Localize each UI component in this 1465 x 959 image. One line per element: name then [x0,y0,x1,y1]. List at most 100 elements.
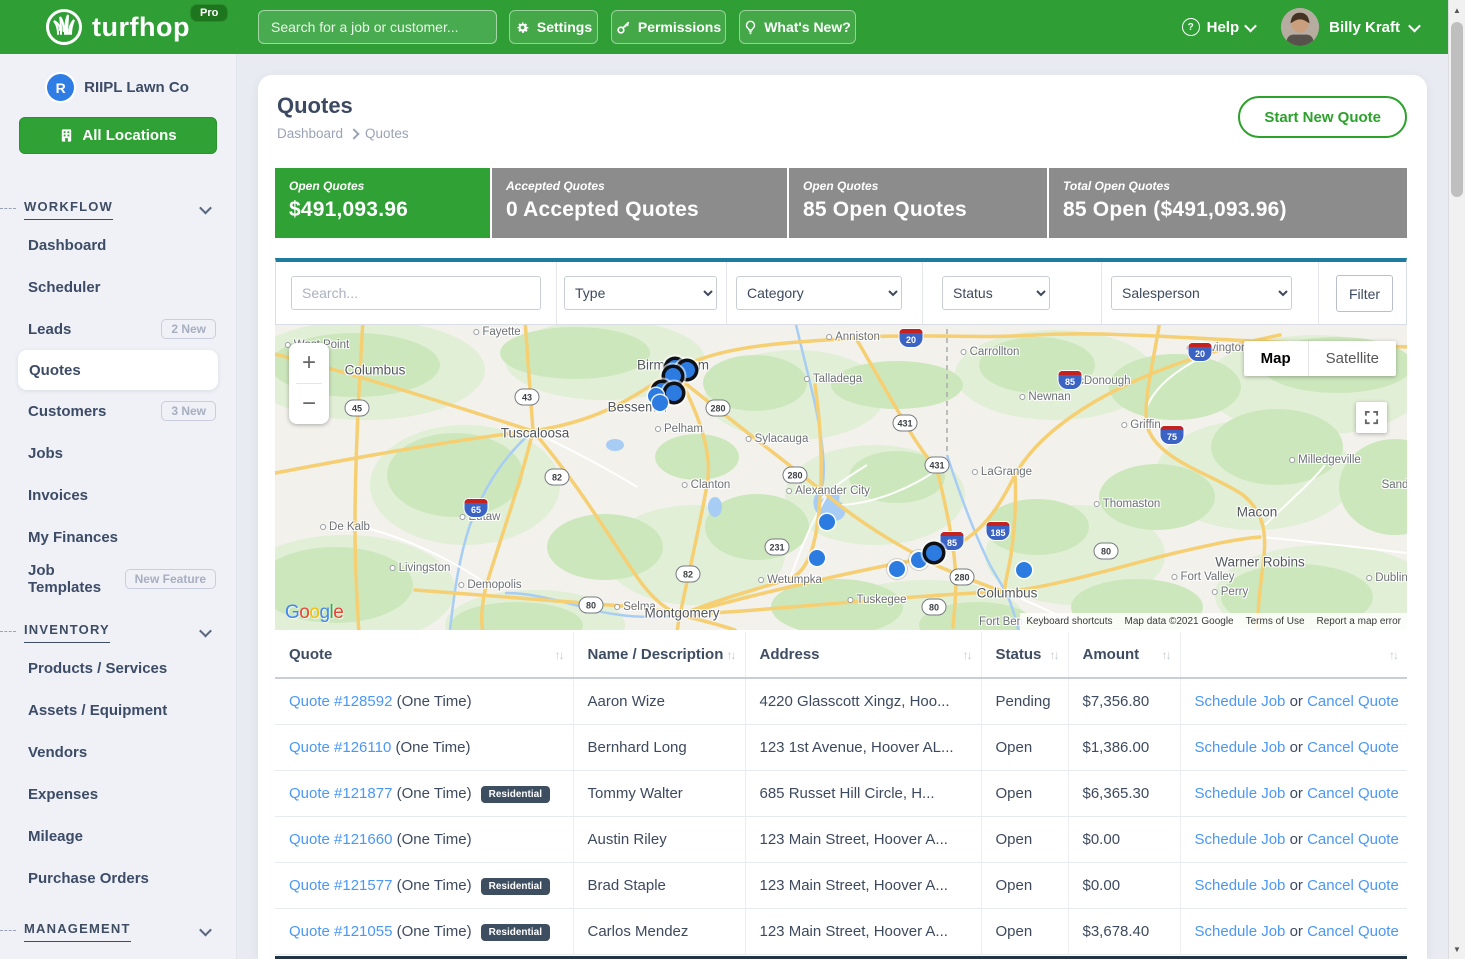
salesperson-select[interactable]: Salesperson [1111,276,1292,310]
us-route-shield-280: 280 [783,467,808,484]
terms-of-use-link[interactable]: Terms of Use [1240,613,1311,630]
map-marker[interactable] [679,362,695,378]
permissions-button[interactable]: Permissions [611,10,726,44]
help-label: Help [1207,19,1240,36]
cancel-quote-link[interactable]: Cancel Quote [1307,877,1399,894]
quote-link[interactable]: Quote #121660 [289,831,392,848]
all-locations-button[interactable]: All Locations [19,117,217,154]
scrollbar-thumb[interactable] [1451,22,1463,197]
sidebar-item-label: Dashboard [28,237,106,254]
scroll-up-arrow[interactable]: ▲ [1449,2,1465,18]
sidebar-item-invoices[interactable]: Invoices [0,474,236,516]
sidebar-item-leads[interactable]: Leads2 New [0,308,236,350]
scroll-down-arrow[interactable]: ▼ [1449,941,1465,957]
map-marker[interactable] [889,561,905,577]
section-header-inventory[interactable]: INVENTORY [0,617,236,647]
sidebar-item-expenses[interactable]: Expenses [0,773,236,815]
status-cell: Open [981,909,1068,955]
report-map-error-link[interactable]: Report a map error [1311,613,1407,630]
town-dot-icon [460,514,466,520]
sidebar-item-quotes[interactable]: Quotes [18,350,218,390]
cancel-quote-link[interactable]: Cancel Quote [1307,831,1399,848]
map[interactable]: FayetteWest PointColumbusAnnistonCarroll… [275,325,1407,630]
status-select[interactable]: Status [942,276,1050,310]
map-marker[interactable] [665,368,681,384]
interstate-shield-20: 20 [900,329,923,347]
sidebar-item-vendors[interactable]: Vendors [0,731,236,773]
stat-label: Accepted Quotes [506,179,773,193]
section-header-workflow[interactable]: WORKFLOW [0,194,236,224]
sidebar-item-mileage[interactable]: Mileage [0,815,236,857]
map-marker[interactable] [911,552,927,568]
action-separator: or [1285,923,1307,940]
residential-badge: Residential [481,924,550,941]
schedule-job-link[interactable]: Schedule Job [1195,785,1286,802]
help-menu[interactable]: ? Help [1182,18,1256,36]
sidebar-item-my-finances[interactable]: My Finances [0,516,236,558]
company-switcher[interactable]: R RIIPL Lawn Co [0,74,236,101]
section-header-management[interactable]: MANAGEMENT [0,916,236,946]
map-marker[interactable] [809,550,825,566]
zoom-out-button[interactable]: − [289,384,329,424]
cancel-quote-link[interactable]: Cancel Quote [1307,693,1399,710]
col-header-amount[interactable]: Amount↑↓ [1068,632,1180,678]
filter-button[interactable]: Filter [1336,275,1393,312]
sidebar-item-purchase-orders[interactable]: Purchase Orders [0,857,236,899]
quote-link[interactable]: Quote #126110 [289,739,391,756]
fullscreen-button[interactable] [1356,402,1387,433]
us-route-shield-45: 45 [345,400,370,417]
map-marker[interactable] [926,545,942,561]
sidebar-item-label: Assets / Equipment [28,702,167,719]
satellite-view-button[interactable]: Satellite [1308,341,1396,376]
action-separator: or [1285,693,1307,710]
quote-link[interactable]: Quote #121577 [289,877,392,894]
col-header-address[interactable]: Address↑↓ [745,632,981,678]
sidebar-item-job-templates[interactable]: Job TemplatesNew Feature [0,558,236,600]
col-header-quote[interactable]: Quote↑↓ [275,632,573,678]
col-header-name[interactable]: Name / Description↑↓ [573,632,745,678]
quotes-search-input[interactable] [291,276,541,310]
schedule-job-link[interactable]: Schedule Job [1195,739,1286,756]
cancel-quote-link[interactable]: Cancel Quote [1307,739,1399,756]
breadcrumb-dashboard[interactable]: Dashboard [277,126,343,141]
residential-badge: Residential [481,786,550,803]
keyboard-shortcuts-link[interactable]: Keyboard shortcuts [1020,613,1118,630]
quote-link[interactable]: Quote #121877 [289,785,392,802]
breadcrumb-quotes: Quotes [365,126,409,141]
map-marker[interactable] [1016,562,1032,578]
zoom-in-button[interactable]: + [289,343,329,383]
sidebar-item-assets-equipment[interactable]: Assets / Equipment [0,689,236,731]
map-marker[interactable] [819,514,835,530]
brand[interactable]: turfhop Pro [44,7,190,47]
schedule-job-link[interactable]: Schedule Job [1195,693,1286,710]
vertical-scrollbar[interactable]: ▲ ▼ [1448,0,1465,959]
map-marker[interactable] [666,385,682,401]
us-route-shield-280: 280 [950,569,975,586]
quote-link[interactable]: Quote #128592 [289,693,392,710]
quote-cell: Quote #121055 (One Time)Residential [275,909,573,955]
type-select[interactable]: Type [564,276,717,310]
global-search-input[interactable] [258,10,497,44]
sidebar-item-jobs[interactable]: Jobs [0,432,236,474]
sidebar-item-scheduler[interactable]: Scheduler [0,266,236,308]
whats-new-button[interactable]: What's New? [739,10,856,44]
map-view-button[interactable]: Map [1244,341,1308,376]
quote-link[interactable]: Quote #121055 [289,923,392,940]
sidebar-item-products-services[interactable]: Products / Services [0,647,236,689]
sidebar-item-label: Purchase Orders [28,870,149,887]
col-header-actions[interactable]: ↑↓ [1180,632,1407,678]
schedule-job-link[interactable]: Schedule Job [1195,831,1286,848]
cancel-quote-link[interactable]: Cancel Quote [1307,923,1399,940]
settings-button[interactable]: Settings [509,10,598,44]
sidebar-item-dashboard[interactable]: Dashboard [0,224,236,266]
cancel-quote-link[interactable]: Cancel Quote [1307,785,1399,802]
map-marker[interactable] [652,395,668,411]
sidebar-item-label: Vendors [28,744,87,761]
category-select[interactable]: Category [736,276,902,310]
sidebar-item-customers[interactable]: Customers3 New [0,390,236,432]
user-menu[interactable]: Billy Kraft [1281,8,1419,46]
start-new-quote-button[interactable]: Start New Quote [1238,96,1407,138]
schedule-job-link[interactable]: Schedule Job [1195,923,1286,940]
col-header-status[interactable]: Status↑↓ [981,632,1068,678]
schedule-job-link[interactable]: Schedule Job [1195,877,1286,894]
